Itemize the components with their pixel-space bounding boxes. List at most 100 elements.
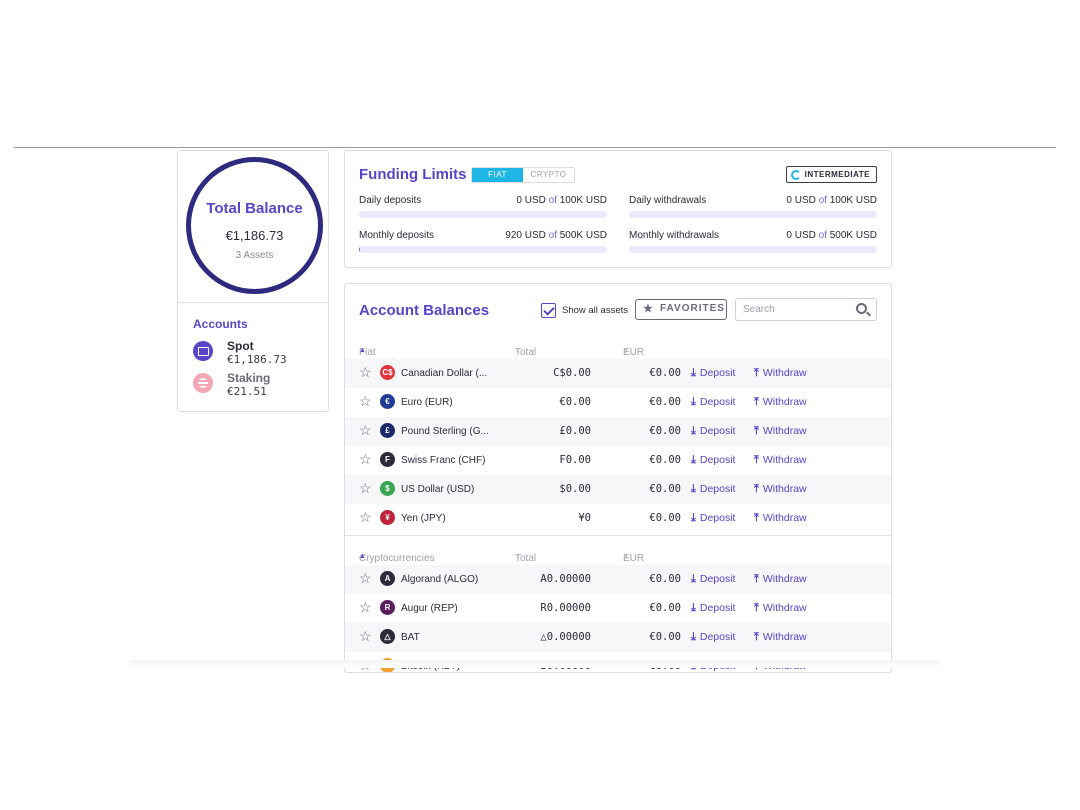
account-balances-panel: Account Balances Show all assets ★ FAVOR… xyxy=(344,283,892,673)
deposit-button[interactable]: ⤓Deposit xyxy=(691,396,735,409)
sort-icon: ⬍ xyxy=(515,348,521,355)
favorite-star-icon[interactable]: ☆ xyxy=(359,510,372,524)
download-icon: ⤓ xyxy=(691,367,696,379)
tab-crypto[interactable]: CRYPTO xyxy=(523,168,574,182)
total-balance-value: £0.00 xyxy=(559,425,591,437)
favorites-button[interactable]: ★ FAVORITES xyxy=(635,299,727,320)
asset-name: Euro (EUR) xyxy=(401,397,453,408)
favorite-star-icon[interactable]: ☆ xyxy=(359,452,372,466)
favorite-star-icon[interactable]: ☆ xyxy=(359,571,372,585)
withdraw-button[interactable]: ⤒Withdraw xyxy=(754,631,807,644)
limit-label: Daily deposits xyxy=(359,195,422,206)
sort-asc-icon: ▲ xyxy=(359,553,366,560)
favorites-label: FAVORITES xyxy=(660,303,725,314)
withdraw-button[interactable]: ⤒Withdraw xyxy=(754,425,807,438)
download-icon: ⤓ xyxy=(691,573,696,585)
deposit-button[interactable]: ⤓Deposit xyxy=(691,602,735,615)
asset-icon: C$ xyxy=(380,365,395,380)
account-name: Staking xyxy=(227,371,271,385)
asset-icon: A xyxy=(380,571,395,586)
favorite-star-icon[interactable]: ☆ xyxy=(359,629,372,643)
eur-value: €0.00 xyxy=(649,602,681,614)
asset-icon: △ xyxy=(380,629,395,644)
table-row: ☆ △ BAT △0.00000 €0.00 ⤓ Deposit ⤒ Withdraw xyxy=(345,623,891,652)
deposit-button[interactable]: ⤓Deposit xyxy=(691,631,735,644)
eur-value: €0.00 xyxy=(649,396,681,408)
total-balance-assets: 3 Assets xyxy=(235,250,274,261)
table-row: ☆ € Euro (EUR) €0.00 €0.00 ⤓ Deposit ⤒ Withdraw xyxy=(345,388,891,417)
funding-limits-title: Funding Limits xyxy=(359,166,467,183)
total-balance-value: △0.00000 xyxy=(540,631,591,643)
withdraw-button[interactable]: ⤒Withdraw xyxy=(754,573,807,586)
sort-asc-icon: ▲ xyxy=(359,347,366,354)
favorite-star-icon[interactable]: ☆ xyxy=(359,394,372,408)
account-spot[interactable]: Spot €1,186.73 xyxy=(193,339,323,367)
withdraw-button[interactable]: ⤒Withdraw xyxy=(754,602,807,615)
upload-icon: ⤒ xyxy=(754,367,759,379)
section-header: Fiat currencies ▲Total balance ⬍EUR valu… xyxy=(359,347,647,369)
total-balance-value: C$0.00 xyxy=(553,367,591,379)
deposit-button[interactable]: ⤓Deposit xyxy=(691,425,735,438)
withdraw-button[interactable]: ⤒Withdraw xyxy=(754,512,807,525)
eur-value: €0.00 xyxy=(649,573,681,585)
download-icon: ⤓ xyxy=(691,454,696,466)
eur-value: €0.00 xyxy=(649,367,681,379)
show-all-assets-label[interactable]: Show all assets xyxy=(562,305,628,316)
asset-name: Algorand (ALGO) xyxy=(401,574,479,585)
asset-icon: R xyxy=(380,600,395,615)
eur-value: €0.00 xyxy=(649,631,681,643)
deposit-button[interactable]: ⤓Deposit xyxy=(691,512,735,525)
limit-label: Monthly withdrawals xyxy=(629,230,720,241)
download-icon: ⤓ xyxy=(691,425,696,437)
withdraw-button[interactable]: ⤒Withdraw xyxy=(754,454,807,467)
favorite-star-icon[interactable]: ☆ xyxy=(359,423,372,437)
limit-value: 920 USD of 500K USD xyxy=(505,230,607,241)
withdraw-button[interactable]: ⤒Withdraw xyxy=(754,396,807,409)
staking-coins-icon xyxy=(193,373,213,393)
limit-monthly-deposits: Monthly deposits 920 USD of 500K USD xyxy=(359,230,607,254)
deposit-button[interactable]: ⤓Deposit xyxy=(691,483,735,496)
withdraw-button[interactable]: ⤒Withdraw xyxy=(754,483,807,496)
account-staking[interactable]: Staking €21.51 xyxy=(193,371,323,399)
deposit-button[interactable]: ⤓Deposit xyxy=(691,367,735,380)
asset-name: Swiss Franc (CHF) xyxy=(401,455,486,466)
table-row: ☆ ¥ Yen (JPY) ¥0 €0.00 ⤓ Deposit ⤒ Withdraw xyxy=(345,504,891,533)
withdraw-button[interactable]: ⤒Withdraw xyxy=(754,367,807,380)
funding-limits-panel: Funding Limits FIAT CRYPTO INTERMEDIATE … xyxy=(344,150,892,268)
asset-icon: $ xyxy=(380,481,395,496)
asset-name: US Dollar (USD) xyxy=(401,484,475,495)
total-balance-value: ¥0 xyxy=(578,512,591,524)
table-row: ☆ C$ Canadian Dollar (... C$0.00 €0.00 ⤓ Depos… xyxy=(345,359,891,388)
download-icon: ⤓ xyxy=(691,512,696,524)
search-icon[interactable] xyxy=(856,303,867,314)
limit-daily-withdrawals: Daily withdrawals 0 USD of 100K USD xyxy=(629,195,877,219)
limit-label: Daily withdrawals xyxy=(629,195,707,206)
account-value: €1,186.73 xyxy=(227,353,287,366)
total-balance-panel: Total Balance €1,186.73 3 Assets Account… xyxy=(177,150,329,412)
download-icon: ⤓ xyxy=(691,631,696,643)
account-value: €21.51 xyxy=(227,385,267,398)
favorite-star-icon[interactable]: ☆ xyxy=(359,365,372,379)
limit-value: 0 USD of 500K USD xyxy=(786,230,877,241)
tab-fiat[interactable]: FIAT xyxy=(472,168,523,182)
upload-icon: ⤒ xyxy=(754,483,759,495)
asset-name: Pound Sterling (G... xyxy=(401,426,489,437)
eur-value: €0.00 xyxy=(649,425,681,437)
download-icon: ⤓ xyxy=(691,602,696,614)
eur-value: €0.00 xyxy=(649,512,681,524)
deposit-button[interactable]: ⤓Deposit xyxy=(691,573,735,586)
total-balance-value: A0.00000 xyxy=(540,573,591,585)
favorite-star-icon[interactable]: ☆ xyxy=(359,481,372,495)
verification-level-badge[interactable]: INTERMEDIATE xyxy=(785,166,877,183)
total-balance-amount: €1,186.73 xyxy=(225,228,284,243)
download-icon: ⤓ xyxy=(691,483,696,495)
asset-icon: ¥ xyxy=(380,510,395,525)
deposit-button[interactable]: ⤓Deposit xyxy=(691,454,735,467)
table-row: ☆ A Algorand (ALGO) A0.00000 €0.00 ⤓ Deposit ⤒ W… xyxy=(345,565,891,594)
limit-daily-deposits: Daily deposits 0 USD of 100K USD xyxy=(359,195,607,219)
total-balance-value: $0.00 xyxy=(559,483,591,495)
show-all-assets-checkbox[interactable] xyxy=(541,303,556,318)
table-row: ☆ $ US Dollar (USD) $0.00 €0.00 ⤓ Deposit ⤒ With… xyxy=(345,475,891,504)
favorite-star-icon[interactable]: ☆ xyxy=(359,600,372,614)
fiat-crypto-toggle: FIAT CRYPTO xyxy=(471,167,575,183)
